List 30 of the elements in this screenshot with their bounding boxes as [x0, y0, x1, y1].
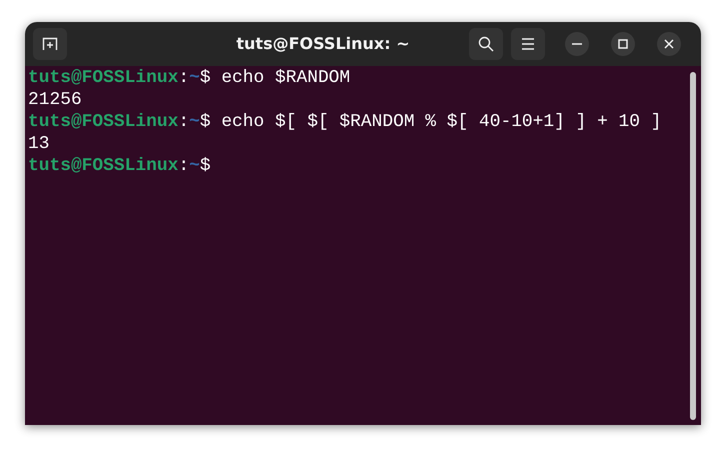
output-text: 21256 [28, 90, 82, 110]
menu-icon [521, 38, 535, 50]
window-title: tuts@FOSSLinux: ~ [235, 33, 411, 55]
command-text: echo $RANDOM [221, 68, 350, 88]
prompt-symbol: $ [200, 156, 211, 176]
new-tab-icon [42, 37, 58, 51]
prompt-path: ~ [189, 156, 200, 176]
maximize-icon [618, 39, 628, 49]
search-button[interactable] [469, 28, 503, 60]
minimize-button[interactable] [565, 32, 589, 56]
prompt-separator: : [178, 68, 190, 88]
search-icon [478, 36, 494, 52]
prompt-symbol: $ [200, 112, 211, 132]
scrollbar[interactable] [690, 72, 696, 420]
minimize-icon [572, 43, 582, 45]
prompt-path: ~ [189, 112, 200, 132]
output-text: 13 [28, 134, 50, 154]
close-button[interactable] [657, 32, 681, 56]
prompt-user: tuts@FOSSLinux [28, 68, 178, 88]
prompt-user: tuts@FOSSLinux [28, 156, 178, 176]
prompt-symbol: $ [200, 68, 211, 88]
close-icon [664, 39, 674, 49]
maximize-button[interactable] [611, 32, 635, 56]
prompt-separator: : [178, 156, 190, 176]
prompt-path: ~ [189, 68, 200, 88]
new-tab-button[interactable] [33, 28, 67, 60]
prompt-separator: : [178, 112, 190, 132]
command-text: echo $[ $[ $RANDOM % $[ 40-10+1] ] + 10 ] [221, 112, 662, 132]
menu-button[interactable] [511, 28, 545, 60]
prompt-user: tuts@FOSSLinux [28, 112, 178, 132]
